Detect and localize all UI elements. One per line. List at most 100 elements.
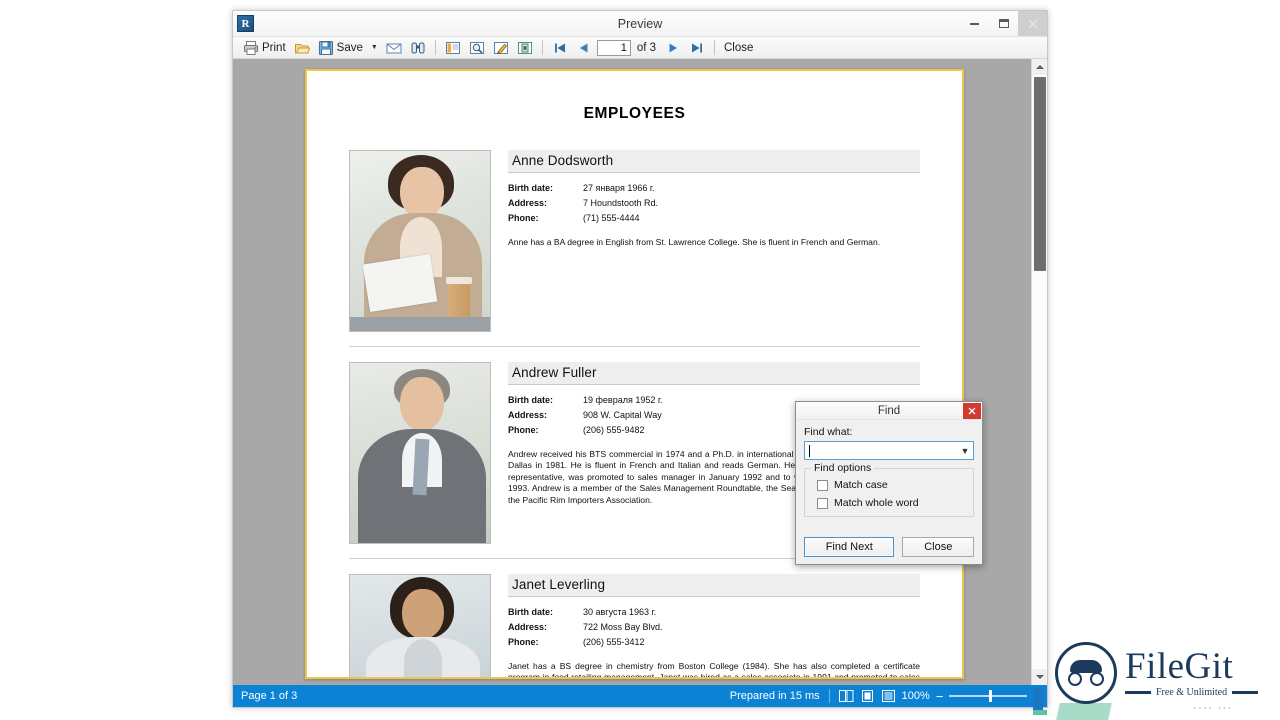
employee-photo bbox=[349, 150, 491, 332]
magnifier-tool-icon bbox=[469, 41, 484, 54]
employee-record: Janet Leverling Birth date: 30 августа 1… bbox=[349, 574, 920, 677]
employee-notes: Anne has a BA degree in English from St.… bbox=[508, 237, 881, 247]
employee-photo bbox=[349, 362, 491, 544]
field-label: Address: bbox=[508, 622, 548, 632]
scroll-up-button[interactable] bbox=[1032, 59, 1047, 75]
printer-icon bbox=[244, 40, 258, 55]
print-button[interactable]: Print bbox=[240, 38, 289, 57]
find-what-input[interactable] bbox=[810, 443, 957, 458]
field-label: Phone: bbox=[508, 425, 539, 435]
match-whole-word-checkbox[interactable] bbox=[817, 497, 828, 509]
window-titlebar[interactable]: R Preview bbox=[233, 11, 1047, 37]
match-case-label: Match case bbox=[834, 479, 888, 491]
status-separator bbox=[828, 689, 830, 703]
edit-button[interactable] bbox=[490, 38, 512, 57]
find-dialog-titlebar[interactable]: Find bbox=[796, 402, 982, 420]
preview-window: R Preview Print Save ▼ 1 of 3 Close EMPL… bbox=[232, 10, 1048, 708]
app-icon: R bbox=[237, 15, 254, 32]
field-value: 27 января 1966 г. bbox=[583, 183, 655, 193]
maximize-button[interactable] bbox=[989, 11, 1018, 36]
filegit-watermark: FileGit Free & Unlimited bbox=[1055, 637, 1270, 709]
employee-field: Address: 7 Houndstooth Rd. bbox=[508, 196, 920, 211]
find-what-combobox[interactable]: ▼ bbox=[804, 441, 974, 460]
chevron-down-icon[interactable]: ▼ bbox=[957, 442, 973, 459]
open-button[interactable] bbox=[291, 38, 313, 57]
zoom-level-label: 100% bbox=[901, 690, 930, 702]
page-layout-icon bbox=[445, 41, 460, 54]
view-continuous-icon[interactable] bbox=[881, 689, 896, 703]
watermark-button[interactable] bbox=[514, 38, 536, 57]
first-page-icon bbox=[554, 43, 565, 52]
email-button[interactable] bbox=[383, 38, 405, 57]
page-title: EMPLOYEES bbox=[583, 105, 686, 122]
corner-text: ···· ··· bbox=[1193, 700, 1233, 714]
close-preview-button[interactable]: Close bbox=[721, 38, 756, 57]
next-page-button[interactable] bbox=[662, 38, 684, 57]
employee-record: Anne Dodsworth Birth date: 27 января 196… bbox=[349, 150, 920, 332]
close-icon bbox=[968, 407, 976, 414]
first-page-button[interactable] bbox=[549, 38, 571, 57]
status-bar-right: Prepared in 15 ms 100% − bbox=[730, 689, 1041, 703]
field-label: Birth date: bbox=[508, 607, 553, 617]
find-next-button[interactable]: Find Next bbox=[804, 537, 895, 557]
close-button[interactable] bbox=[1018, 11, 1047, 36]
save-button[interactable]: Save bbox=[315, 38, 366, 57]
previous-page-button[interactable] bbox=[573, 38, 595, 57]
status-bar: Page 1 of 3 Prepared in 15 ms 100% − bbox=[233, 685, 1047, 707]
minimize-button[interactable] bbox=[960, 11, 989, 36]
find-dialog-buttons: Find Next Close bbox=[804, 529, 975, 557]
field-label: Address: bbox=[508, 410, 548, 420]
view-single-page-icon[interactable] bbox=[860, 689, 875, 703]
field-label: Birth date: bbox=[508, 183, 553, 193]
print-label: Print bbox=[262, 41, 286, 54]
save-label: Save bbox=[336, 41, 363, 54]
employee-name: Janet Leverling bbox=[508, 574, 920, 597]
page-number-input[interactable] bbox=[596, 39, 631, 56]
zoom-out-button[interactable]: − bbox=[936, 690, 944, 703]
filegit-tagline-row: Free & Unlimited bbox=[1125, 687, 1259, 698]
next-page-icon bbox=[669, 43, 677, 52]
restore-icon bbox=[998, 19, 1009, 28]
zoom-slider-thumb[interactable] bbox=[989, 690, 993, 702]
field-label: Phone: bbox=[508, 637, 539, 647]
employee-field: Birth date: 27 января 1966 г. bbox=[508, 181, 920, 196]
open-folder-icon bbox=[294, 43, 310, 53]
vertical-scrollbar[interactable] bbox=[1031, 59, 1047, 685]
document-page: EMPLOYEES Anne Dodsworth Birth date: 27 … bbox=[305, 69, 964, 679]
field-value: (206) 555-3412 bbox=[583, 637, 645, 647]
window-title: Preview bbox=[617, 16, 663, 31]
magnifier-tool-button[interactable] bbox=[466, 38, 488, 57]
field-value: 722 Moss Bay Blvd. bbox=[583, 622, 663, 632]
tagline-rule-right bbox=[1232, 691, 1259, 694]
toolbar-separator-3 bbox=[714, 40, 715, 55]
chevron-down-icon bbox=[1036, 675, 1044, 679]
employee-fields: Birth date: 27 января 1966 г. Address: 7… bbox=[508, 181, 920, 226]
field-value: 7 Houndstooth Rd. bbox=[583, 198, 659, 208]
prepared-status-label: Prepared in 15 ms bbox=[729, 690, 820, 702]
find-what-label: Find what: bbox=[804, 426, 853, 438]
match-whole-word-option[interactable]: Match whole word bbox=[811, 497, 967, 509]
minimize-icon bbox=[970, 22, 979, 25]
match-case-checkbox[interactable] bbox=[817, 479, 828, 491]
decoration-blue-bar bbox=[1033, 688, 1043, 710]
find-options-label: Find options bbox=[811, 462, 875, 474]
filegit-tagline: Free & Unlimited bbox=[1156, 687, 1228, 698]
thumbnails-button[interactable] bbox=[442, 38, 464, 57]
employee-name: Andrew Fuller bbox=[508, 362, 920, 385]
toolbar-separator-2 bbox=[541, 40, 543, 55]
save-dropdown-button[interactable]: ▼ bbox=[368, 44, 381, 51]
record-divider bbox=[349, 346, 920, 347]
match-case-option[interactable]: Match case bbox=[811, 479, 967, 491]
scrollbar-thumb[interactable] bbox=[1034, 77, 1046, 271]
last-page-button[interactable] bbox=[686, 38, 708, 57]
find-dialog-close-button[interactable] bbox=[963, 402, 981, 419]
scroll-down-button[interactable] bbox=[1032, 669, 1047, 685]
preview-toolbar: Print Save ▼ 1 of 3 Close bbox=[233, 37, 1047, 59]
find-dialog-close-action-button[interactable]: Close bbox=[902, 537, 975, 557]
zoom-slider[interactable] bbox=[949, 690, 1028, 702]
view-facing-icon[interactable] bbox=[838, 689, 854, 703]
watermark-icon bbox=[517, 41, 532, 54]
find-dialog-title: Find bbox=[877, 404, 901, 417]
find-button[interactable] bbox=[407, 38, 429, 57]
field-label: Address: bbox=[508, 198, 548, 208]
